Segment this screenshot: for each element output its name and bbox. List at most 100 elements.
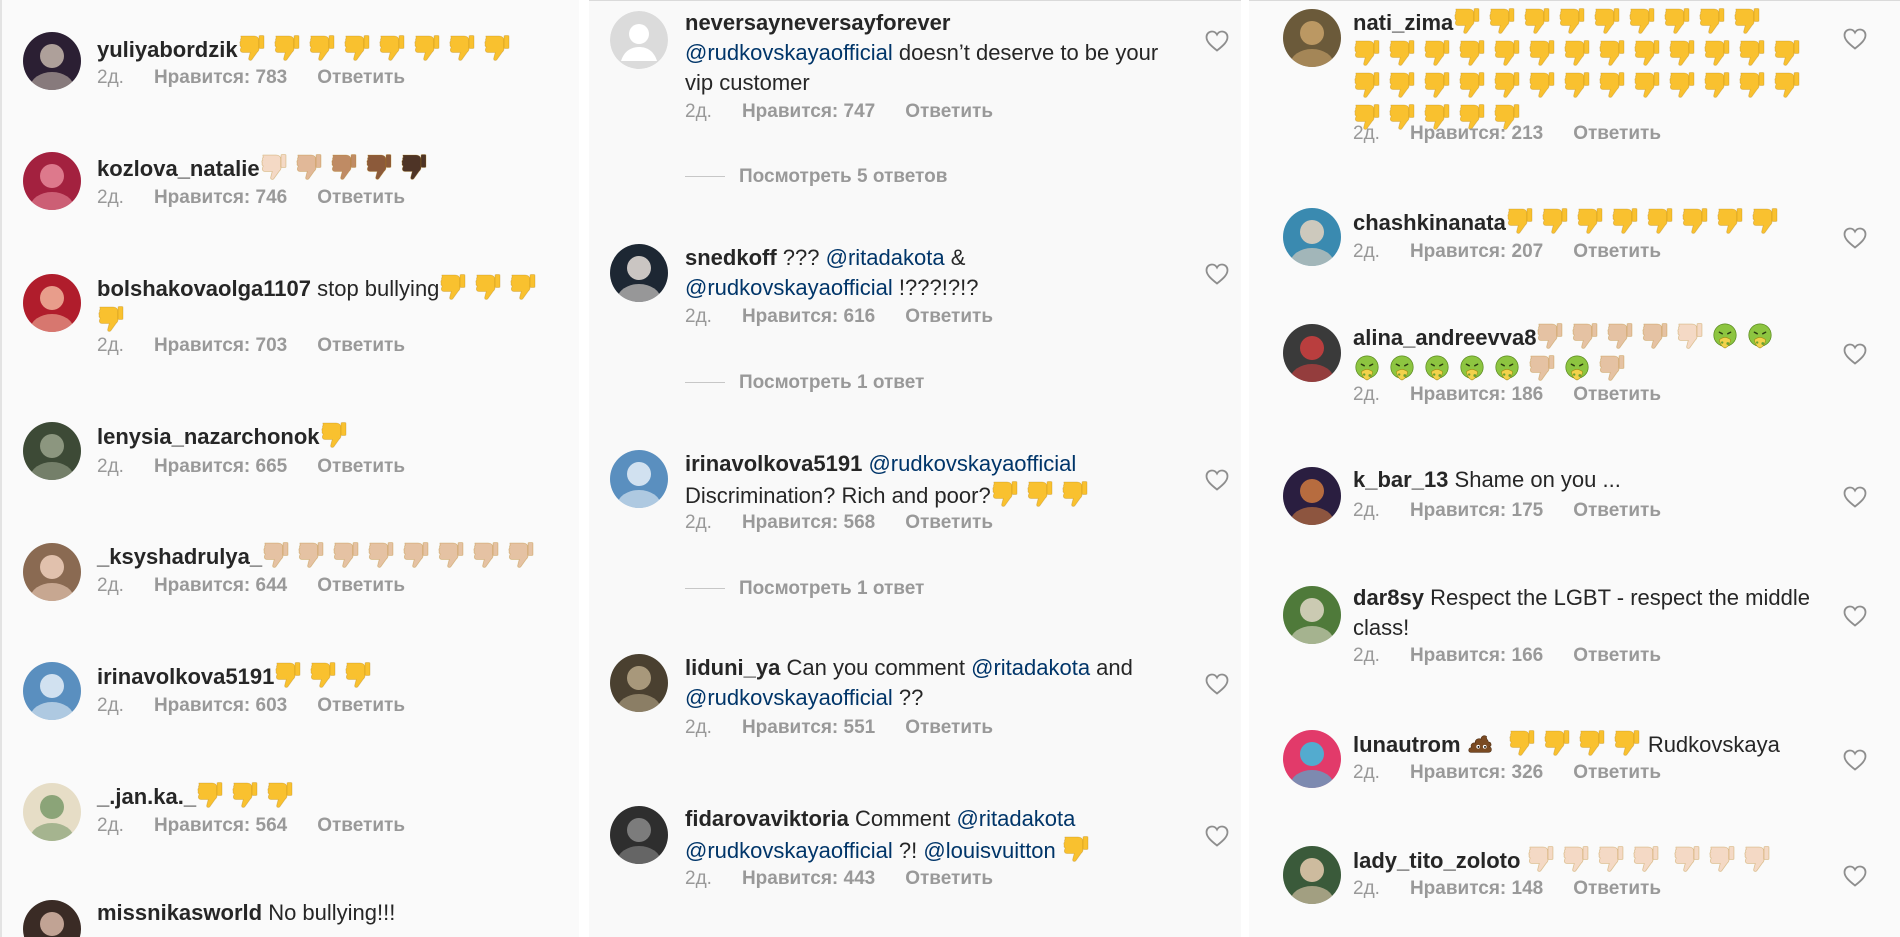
comment-username[interactable]: lunautrom xyxy=(1353,732,1461,757)
heart-icon[interactable] xyxy=(1842,342,1868,366)
mention-link[interactable]: @rudkovskayaofficial xyxy=(868,451,1076,476)
likes-count[interactable]: Нравится: 186 xyxy=(1410,384,1543,405)
comment-username[interactable]: k_bar_13 xyxy=(1353,467,1448,492)
comment-username[interactable]: bolshakovaolga1107 xyxy=(97,276,311,301)
comment-username[interactable]: _ksyshadrulya_ xyxy=(97,544,262,569)
comment-username[interactable]: liduni_ya xyxy=(685,655,780,680)
comment-username[interactable]: yuliyabordzik xyxy=(97,37,238,62)
likes-count[interactable]: Нравится: 207 xyxy=(1410,241,1543,262)
avatar[interactable] xyxy=(23,783,81,841)
reply-button[interactable]: Ответить xyxy=(1573,384,1661,405)
comment-username[interactable]: fidarovaviktoria xyxy=(685,806,849,831)
avatar[interactable] xyxy=(23,662,81,720)
mention-link[interactable]: @rudkovskayaofficial xyxy=(685,838,893,863)
heart-icon[interactable] xyxy=(1204,824,1230,848)
avatar[interactable] xyxy=(23,543,81,601)
reply-button[interactable]: Ответить xyxy=(1573,645,1661,666)
likes-count[interactable]: Нравится: 644 xyxy=(154,575,287,596)
avatar[interactable] xyxy=(23,32,81,90)
heart-icon[interactable] xyxy=(1204,262,1230,286)
reply-button[interactable]: Ответить xyxy=(905,101,993,122)
reply-button[interactable]: Ответить xyxy=(1573,762,1661,783)
comment-username[interactable]: kozlova_natalie xyxy=(97,156,260,181)
likes-count[interactable]: Нравится: 551 xyxy=(742,717,875,738)
avatar[interactable] xyxy=(610,244,668,302)
comment-username[interactable]: irinavolkova5191 xyxy=(97,664,274,689)
likes-count[interactable]: Нравится: 616 xyxy=(742,306,875,327)
avatar[interactable] xyxy=(1283,9,1341,67)
likes-count[interactable]: Нравится: 443 xyxy=(742,868,875,889)
reply-button[interactable]: Ответить xyxy=(317,187,405,208)
avatar[interactable] xyxy=(1283,846,1341,904)
avatar[interactable] xyxy=(1283,467,1341,525)
avatar[interactable] xyxy=(23,422,81,480)
comment-username[interactable]: missnikasworld xyxy=(97,900,262,925)
heart-icon[interactable] xyxy=(1842,27,1868,51)
reply-button[interactable]: Ответить xyxy=(905,306,993,327)
avatar[interactable] xyxy=(610,654,668,712)
heart-icon[interactable] xyxy=(1842,226,1868,250)
mention-link[interactable]: @ritadakota xyxy=(971,655,1090,680)
avatar[interactable] xyxy=(610,450,668,508)
heart-icon[interactable] xyxy=(1842,485,1868,509)
likes-count[interactable]: Нравится: 603 xyxy=(154,695,287,716)
avatar[interactable] xyxy=(1283,324,1341,382)
likes-count[interactable]: Нравится: 703 xyxy=(154,335,287,356)
reply-button[interactable]: Ответить xyxy=(905,512,993,533)
avatar[interactable] xyxy=(1283,208,1341,266)
likes-count[interactable]: Нравится: 564 xyxy=(154,815,287,836)
likes-count[interactable]: Нравится: 746 xyxy=(154,187,287,208)
comment-username[interactable]: neversayneversayforever xyxy=(685,10,950,35)
reply-button[interactable]: Ответить xyxy=(1573,241,1661,262)
avatar[interactable] xyxy=(23,152,81,210)
reply-button[interactable]: Ответить xyxy=(317,335,405,356)
likes-count[interactable]: Нравится: 175 xyxy=(1410,500,1543,521)
comment-username[interactable]: lenysia_nazarchonok xyxy=(97,424,320,449)
avatar[interactable] xyxy=(23,274,81,332)
likes-count[interactable]: Нравится: 747 xyxy=(742,101,875,122)
reply-button[interactable]: Ответить xyxy=(1573,878,1661,899)
mention-link[interactable]: @ritadakota xyxy=(826,245,945,270)
comment-username[interactable]: dar8sy xyxy=(1353,585,1424,610)
avatar[interactable] xyxy=(610,11,668,69)
heart-icon[interactable] xyxy=(1842,864,1868,888)
likes-count[interactable]: Нравится: 665 xyxy=(154,456,287,477)
likes-count[interactable]: Нравится: 326 xyxy=(1410,762,1543,783)
heart-icon[interactable] xyxy=(1842,604,1868,628)
comment-username[interactable]: chashkinanata xyxy=(1353,210,1506,235)
likes-count[interactable]: Нравится: 166 xyxy=(1410,645,1543,666)
mention-link[interactable]: @louisvuitton xyxy=(923,838,1055,863)
heart-icon[interactable] xyxy=(1204,672,1230,696)
avatar[interactable] xyxy=(610,806,668,864)
avatar[interactable] xyxy=(1283,586,1341,644)
view-replies-link[interactable]: Посмотреть 1 ответ xyxy=(685,578,924,600)
likes-count[interactable]: Нравится: 213 xyxy=(1410,123,1543,144)
reply-button[interactable]: Ответить xyxy=(317,815,405,836)
view-replies-link[interactable]: Посмотреть 1 ответ xyxy=(685,372,924,394)
comment-username[interactable]: alina_andreevva8 xyxy=(1353,325,1536,350)
reply-button[interactable]: Ответить xyxy=(1573,123,1661,144)
comment-username[interactable]: lady_tito_zoloto xyxy=(1353,848,1520,873)
view-replies-link[interactable]: Посмотреть 5 ответов xyxy=(685,166,947,188)
reply-button[interactable]: Ответить xyxy=(317,456,405,477)
reply-button[interactable]: Ответить xyxy=(905,868,993,889)
comment-username[interactable]: irinavolkova5191 xyxy=(685,451,862,476)
heart-icon[interactable] xyxy=(1204,29,1230,53)
comment-username[interactable]: nati_zima xyxy=(1353,10,1453,35)
mention-link[interactable]: @rudkovskayaofficial xyxy=(685,685,893,710)
likes-count[interactable]: Нравится: 783 xyxy=(154,67,287,88)
heart-icon[interactable] xyxy=(1842,748,1868,772)
mention-link[interactable]: @ritadakota xyxy=(956,806,1075,831)
heart-icon[interactable] xyxy=(1204,468,1230,492)
comment-username[interactable]: snedkoff xyxy=(685,245,777,270)
comment-username[interactable]: _.jan.ka._ xyxy=(97,784,196,809)
reply-button[interactable]: Ответить xyxy=(317,67,405,88)
likes-count[interactable]: Нравится: 148 xyxy=(1410,878,1543,899)
likes-count[interactable]: Нравится: 568 xyxy=(742,512,875,533)
reply-button[interactable]: Ответить xyxy=(905,717,993,738)
mention-link[interactable]: @rudkovskayaofficial xyxy=(685,40,893,65)
reply-button[interactable]: Ответить xyxy=(317,695,405,716)
reply-button[interactable]: Ответить xyxy=(317,575,405,596)
reply-button[interactable]: Ответить xyxy=(1573,500,1661,521)
mention-link[interactable]: @rudkovskayaofficial xyxy=(685,275,893,300)
